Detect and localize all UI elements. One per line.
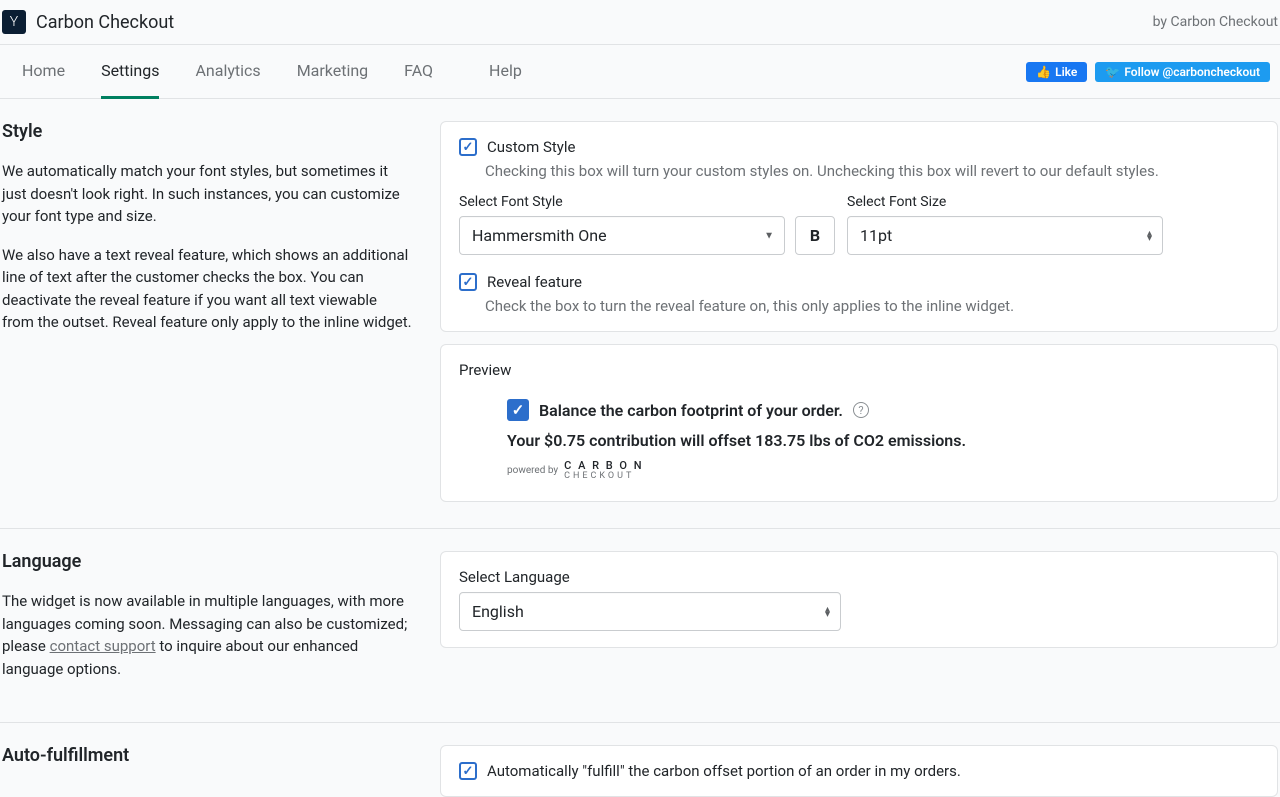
nav-help[interactable]: Help <box>489 45 522 99</box>
autofulfill-checkbox[interactable] <box>459 762 477 780</box>
nav-analytics[interactable]: Analytics <box>195 45 260 99</box>
language-value: English <box>472 602 524 621</box>
stepper-icon: ▴▾ <box>825 607 830 617</box>
social-buttons: 👍 Like 🐦 Follow @carboncheckout <box>1026 62 1278 82</box>
custom-style-checkbox[interactable] <box>459 138 477 156</box>
language-panel: Select Language English ▴▾ <box>440 551 1278 648</box>
style-panel: Custom Style Checking this box will turn… <box>440 121 1278 332</box>
language-right: Select Language English ▴▾ <box>440 551 1278 696</box>
font-style-group: Select Font Style Hammersmith One ▼ B <box>459 194 835 255</box>
tw-label: Follow @carboncheckout <box>1124 65 1260 79</box>
facebook-like-button[interactable]: 👍 Like <box>1026 62 1087 82</box>
section-style: Style We automatically match your font s… <box>0 99 1280 529</box>
byline: by Carbon Checkout <box>1153 14 1278 30</box>
app-header: Y Carbon Checkout by Carbon Checkout <box>0 0 1280 45</box>
autofulfill-panel: Automatically "fulfill" the carbon offse… <box>440 745 1278 797</box>
reveal-row: Reveal feature <box>459 273 1259 291</box>
nav-bar: Home Settings Analytics Marketing FAQ He… <box>0 45 1280 99</box>
language-heading: Language <box>2 551 412 572</box>
language-select-label: Select Language <box>459 568 1259 586</box>
twitter-icon: 🐦 <box>1105 65 1120 79</box>
chevron-down-icon: ▼ <box>764 230 774 241</box>
nav-settings[interactable]: Settings <box>101 45 159 99</box>
powered-logo-bottom: CHECKOUT <box>564 471 643 481</box>
autofulfill-left: Auto-fulfillment <box>2 745 412 797</box>
stepper-icon: ▴▾ <box>1147 231 1152 241</box>
thumbs-up-icon: 👍 <box>1036 65 1051 79</box>
app-title: Carbon Checkout <box>36 12 174 33</box>
font-style-label: Select Font Style <box>459 194 835 210</box>
powered-by-label: powered by <box>507 465 558 476</box>
autofulfill-heading: Auto-fulfillment <box>2 745 412 766</box>
preview-text1: Balance the carbon footprint of your ord… <box>539 401 843 420</box>
help-icon[interactable]: ? <box>853 402 869 418</box>
nav-marketing[interactable]: Marketing <box>297 45 368 99</box>
fb-label: Like <box>1055 65 1077 79</box>
language-group: Select Language English ▴▾ <box>459 568 1259 631</box>
language-para: The widget is now available in multiple … <box>2 590 412 680</box>
nav-faq[interactable]: FAQ <box>404 45 433 99</box>
style-para2: We also have a text reveal feature, whic… <box>2 244 412 334</box>
custom-style-label: Custom Style <box>487 138 575 156</box>
style-para1: We automatically match your font styles,… <box>2 160 412 228</box>
reveal-checkbox[interactable] <box>459 273 477 291</box>
app-logo-icon: Y <box>2 10 26 34</box>
content: Style We automatically match your font s… <box>0 99 1280 797</box>
font-form-row: Select Font Style Hammersmith One ▼ B <box>459 194 1259 255</box>
section-autofulfill: Auto-fulfillment Automatically "fulfill"… <box>0 723 1280 797</box>
preview-checkbox[interactable]: ✓ <box>507 399 529 421</box>
font-style-value: Hammersmith One <box>472 226 607 245</box>
language-select[interactable]: English ▴▾ <box>459 592 841 631</box>
bold-button[interactable]: B <box>795 216 835 255</box>
section-language: Language The widget is now available in … <box>0 529 1280 723</box>
preview-panel: Preview ✓ Balance the carbon footprint o… <box>440 344 1278 502</box>
nav-items: Home Settings Analytics Marketing FAQ He… <box>22 45 522 98</box>
preview-text2: Your $0.75 contribution will offset 183.… <box>507 431 1259 450</box>
autofulfill-label: Automatically "fulfill" the carbon offse… <box>487 762 961 780</box>
preview-body: ✓ Balance the carbon footprint of your o… <box>459 399 1259 481</box>
nav-home[interactable]: Home <box>22 45 65 99</box>
preview-line1-row: ✓ Balance the carbon footprint of your o… <box>507 399 1259 421</box>
custom-style-desc: Checking this box will turn your custom … <box>485 162 1259 180</box>
font-size-group: Select Font Size 11pt ▴▾ <box>847 194 1163 255</box>
reveal-desc: Check the box to turn the reveal feature… <box>485 297 1259 315</box>
reveal-label: Reveal feature <box>487 273 582 291</box>
font-size-label: Select Font Size <box>847 194 1163 210</box>
style-heading: Style <box>2 121 412 142</box>
bold-label: B <box>810 226 820 245</box>
font-size-value: 11pt <box>860 226 892 245</box>
autofulfill-right: Automatically "fulfill" the carbon offse… <box>440 745 1278 797</box>
powered-logo-top: C A R B O N <box>564 460 643 471</box>
contact-support-link[interactable]: contact support <box>50 637 156 655</box>
powered-by: powered by C A R B O N CHECKOUT <box>507 460 1259 481</box>
style-right: Custom Style Checking this box will turn… <box>440 121 1278 502</box>
header-left: Y Carbon Checkout <box>2 10 174 34</box>
twitter-follow-button[interactable]: 🐦 Follow @carboncheckout <box>1095 62 1270 82</box>
powered-logo: C A R B O N CHECKOUT <box>564 460 643 481</box>
autofulfill-row: Automatically "fulfill" the carbon offse… <box>459 762 1259 780</box>
language-left: Language The widget is now available in … <box>2 551 412 696</box>
preview-title: Preview <box>459 361 1259 379</box>
style-left: Style We automatically match your font s… <box>2 121 412 502</box>
custom-style-row: Custom Style <box>459 138 1259 156</box>
font-style-select[interactable]: Hammersmith One ▼ <box>459 216 785 255</box>
font-size-select[interactable]: 11pt ▴▾ <box>847 216 1163 255</box>
